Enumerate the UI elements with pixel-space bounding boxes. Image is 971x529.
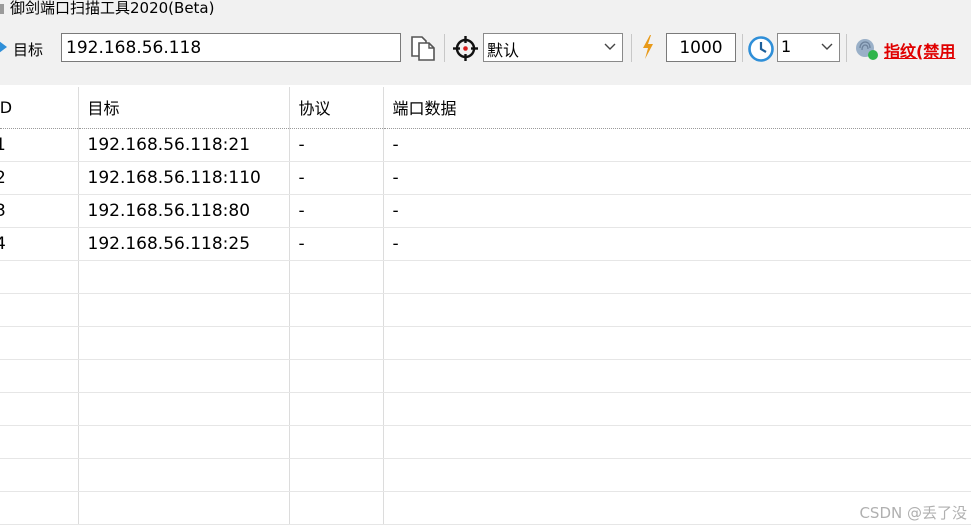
lightning-icon [643,35,653,59]
cell-protocol: - [289,161,384,195]
cell-target: 192.168.56.118:80 [78,194,290,228]
timeout-select[interactable]: 1 [777,33,840,62]
column-header-port-data[interactable]: 端口数据 [383,87,971,129]
cell-id: 2 [0,161,79,195]
column-header-protocol[interactable]: 协议 [289,87,384,129]
fingerprint-toggle-link[interactable]: 指纹(禁用 [884,38,955,62]
table-row[interactable]: 3 192.168.56.118:80 - - [0,194,971,228]
empty-row [0,326,971,360]
empty-row [0,293,971,327]
cell-protocol: - [289,227,384,261]
target-input[interactable] [61,33,401,62]
copy-icon[interactable] [409,34,437,62]
cell-id: 1 [0,128,79,162]
table-row[interactable]: 2 192.168.56.118:110 - - [0,161,971,195]
cell-id: 4 [0,227,79,261]
threads-input[interactable] [666,33,736,62]
empty-row [0,491,971,525]
mode-select-value: 默认 [487,41,520,60]
title-bar: 御剑端口扫描工具2020(Beta) [0,0,971,22]
chevron-down-icon [604,43,616,50]
cell-protocol: - [289,194,384,228]
toolbar-separator [846,34,847,62]
cell-port-data: - [383,128,971,162]
target-label: 目标 [13,41,44,59]
clock-icon [748,36,774,62]
crosshair-icon [453,36,478,61]
cell-port-data: - [383,194,971,228]
cell-port-data: - [383,227,971,261]
empty-row [0,425,971,459]
mode-select[interactable]: 默认 [483,33,623,62]
chevron-down-icon [821,43,833,50]
results-table: ID 目标 协议 端口数据 1 192.168.56.118:21 - - 2 … [0,87,971,529]
toolbar-separator [444,34,445,62]
column-header-target[interactable]: 目标 [78,87,290,129]
toolbar-separator [742,34,743,62]
cell-target: 192.168.56.118:21 [78,128,290,162]
cell-protocol: - [289,128,384,162]
cell-target: 192.168.56.118:110 [78,161,290,195]
empty-row [0,458,971,492]
table-header-row: ID 目标 协议 端口数据 [0,87,971,129]
toolbar: 目标 默认 1 [0,22,971,85]
cell-port-data: - [383,161,971,195]
table-row[interactable]: 4 192.168.56.118:25 - - [0,227,971,261]
fingerprint-icon [856,39,878,60]
watermark: CSDN @丢了没 [859,504,967,522]
empty-row [0,392,971,426]
empty-row [0,260,971,294]
table-row[interactable]: 1 192.168.56.118:21 - - [0,128,971,162]
cell-target: 192.168.56.118:25 [78,227,290,261]
window-title: 御剑端口扫描工具2020(Beta) [10,0,215,17]
toolbar-separator [631,34,632,62]
column-header-id[interactable]: ID [0,87,79,129]
timeout-select-value: 1 [781,37,792,56]
cell-id: 3 [0,194,79,228]
arrow-right-icon [0,41,7,53]
empty-row [0,359,971,393]
app-icon [0,4,4,14]
